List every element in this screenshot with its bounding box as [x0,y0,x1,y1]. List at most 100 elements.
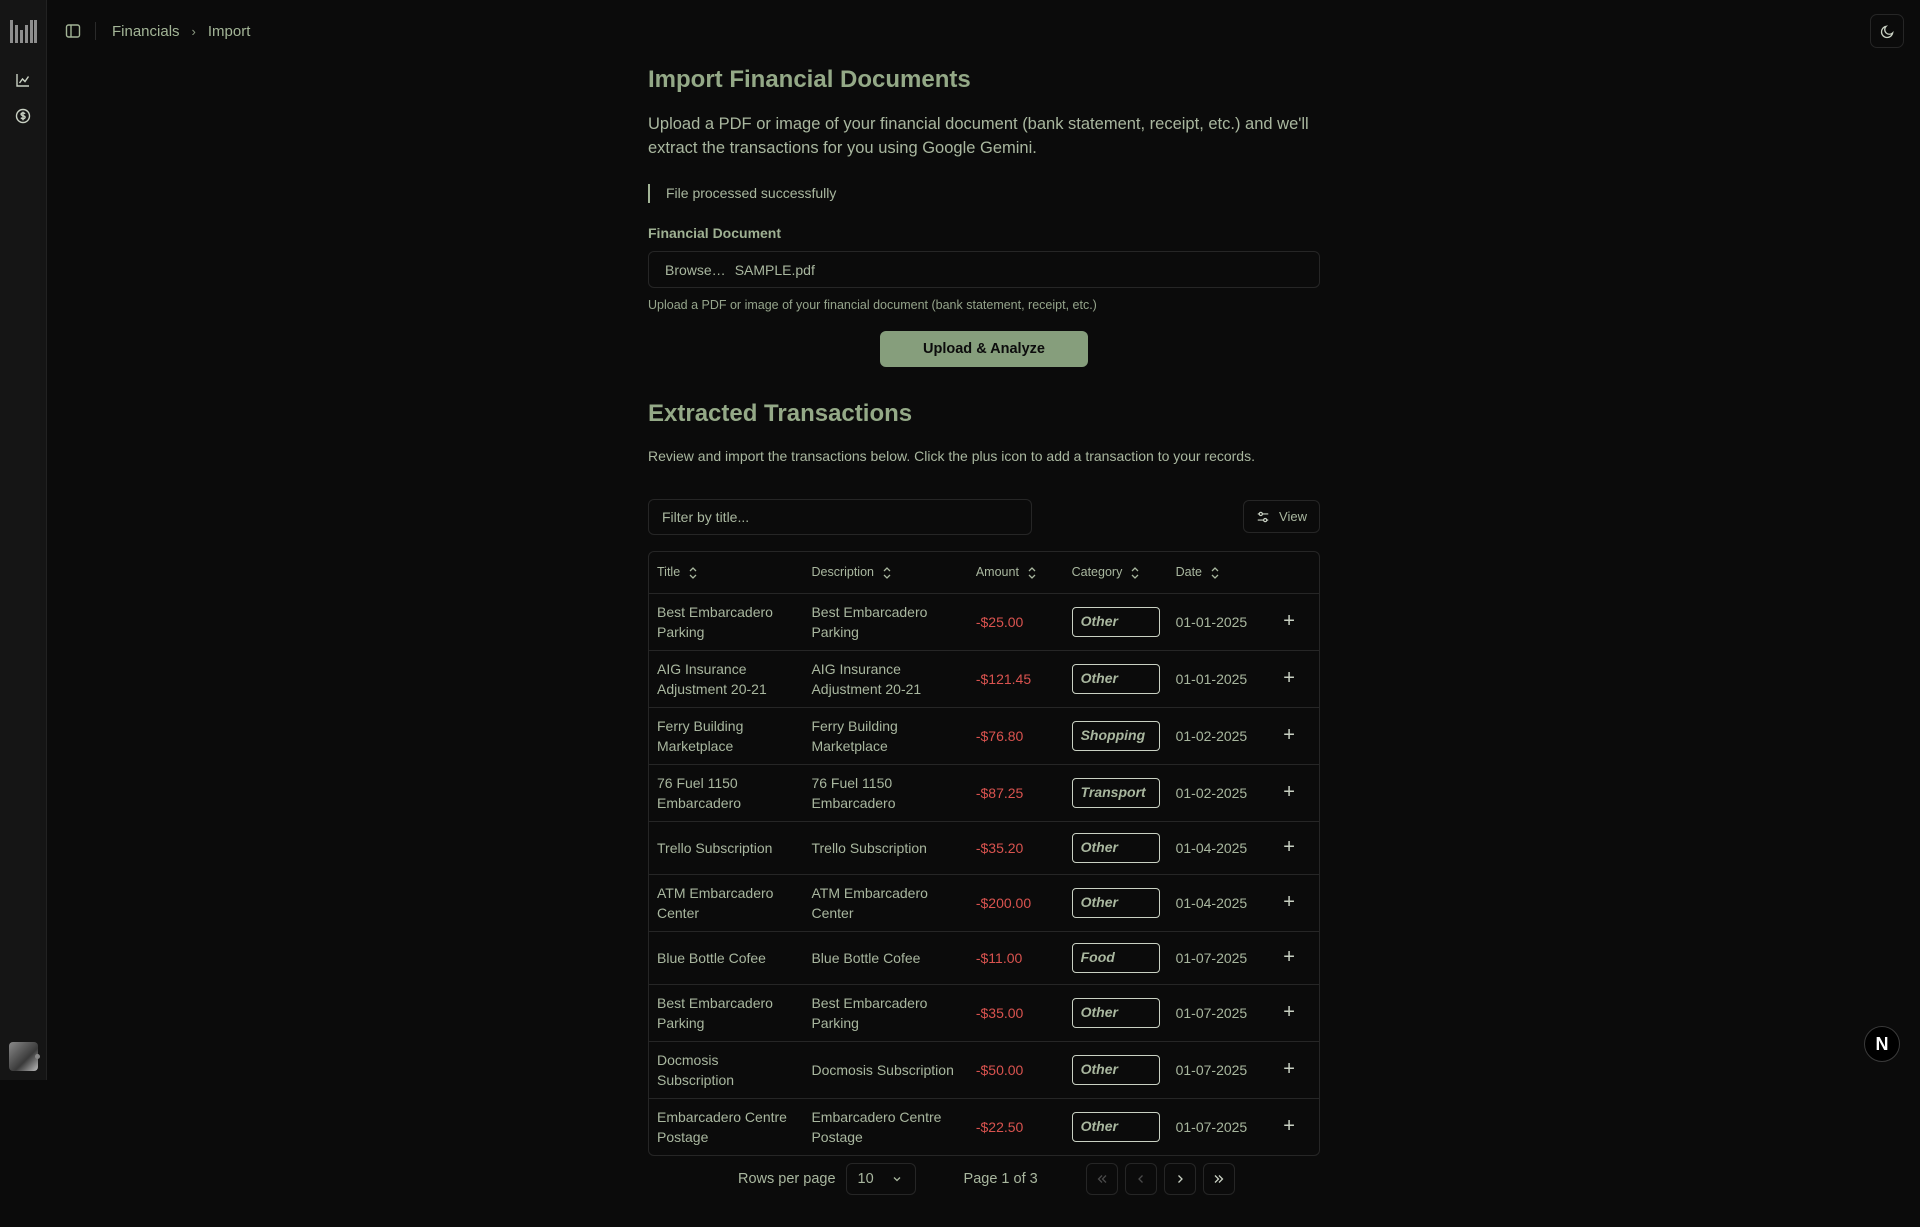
view-label: View [1279,509,1307,524]
add-transaction-icon[interactable]: + [1277,611,1301,631]
cell-amount: -$50.00 [975,1061,1024,1078]
add-transaction-icon[interactable]: + [1277,782,1301,802]
add-transaction-icon[interactable]: + [1277,947,1301,967]
column-header-description[interactable]: Description [803,552,968,594]
table-row: Trello Subscription Trello Subscription … [649,821,1319,874]
success-alert: File processed successfully [648,184,836,203]
cell-date: 01-04-2025 [1175,839,1248,856]
last-page-button[interactable] [1202,1163,1235,1195]
cell-title: AIG Insurance Adjustment 20-21 [657,660,767,697]
app-logo[interactable] [10,19,37,43]
cell-date: 01-01-2025 [1175,613,1248,630]
moon-icon [1880,24,1894,38]
next-page-button[interactable] [1163,1163,1196,1195]
cell-title: Blue Bottle Cofee [657,949,766,966]
category-select[interactable]: Other [1071,887,1160,918]
column-header-date[interactable]: Date [1167,552,1270,594]
category-select[interactable]: Other [1071,997,1160,1028]
add-transaction-icon[interactable]: + [1277,837,1301,857]
cell-amount: -$87.25 [975,784,1024,801]
chevron-left-icon [1137,1175,1143,1183]
cell-date: 01-02-2025 [1175,784,1248,801]
cell-date: 01-07-2025 [1175,949,1248,966]
column-header-category[interactable]: Category [1063,552,1168,594]
cell-description: Embarcadero Centre Postage [811,1108,942,1145]
first-page-button[interactable] [1085,1163,1118,1195]
cell-amount: -$121.45 [975,670,1032,687]
cell-title: Best Embarcadero Parking [657,994,773,1031]
cell-description: Docmosis Subscription [811,1061,954,1078]
cell-amount: -$200.00 [975,894,1032,911]
add-transaction-icon[interactable]: + [1277,725,1301,745]
next-devtools-badge[interactable]: N [1864,1026,1900,1062]
dollar-circle-icon[interactable] [15,108,31,124]
table-row: Ferry Building Marketplace Ferry Buildin… [649,707,1319,764]
cell-description: Blue Bottle Cofee [811,949,921,966]
sort-icon [1131,566,1139,579]
cell-title: 76 Fuel 1150 Embarcadero [657,774,742,811]
cell-description: 76 Fuel 1150 Embarcadero [811,774,896,811]
sidebar-toggle-icon[interactable] [65,23,81,39]
theme-toggle-button[interactable] [1870,14,1904,48]
chevron-down-icon [893,1177,901,1182]
chart-icon[interactable] [15,72,31,88]
add-transaction-icon[interactable]: + [1277,1116,1301,1136]
sliders-icon [1257,511,1269,522]
table-row: 76 Fuel 1150 Embarcadero 76 Fuel 1150 Em… [649,764,1319,821]
file-input[interactable]: Browse… SAMPLE.pdf [648,251,1320,288]
chevron-right-icon: › [191,24,196,39]
table-row: ATM Embarcadero Center ATM Embarcadero C… [649,874,1319,931]
status-dot [35,1054,40,1059]
cell-description: Best Embarcadero Parking [811,603,928,640]
add-transaction-icon[interactable]: + [1277,668,1301,688]
cell-amount: -$11.00 [975,949,1023,966]
breadcrumb: Financials › Import [112,23,250,40]
table-row: Blue Bottle Cofee Blue Bottle Cofee -$11… [649,931,1319,984]
cell-title: Trello Subscription [657,839,773,856]
view-options-button[interactable]: View [1243,500,1320,533]
chevrons-right-icon [1214,1175,1224,1183]
category-select[interactable]: Food [1071,942,1160,973]
cell-amount: -$25.00 [975,613,1024,630]
table-row: Docmosis Subscription Docmosis Subscript… [649,1041,1319,1098]
user-avatar[interactable] [9,1042,38,1071]
rows-per-page-value: 10 [857,1171,874,1187]
category-select[interactable]: Shopping [1071,720,1160,751]
filter-input[interactable] [648,499,1032,535]
selected-file-name: SAMPLE.pdf [734,261,815,278]
add-transaction-icon[interactable]: + [1277,1059,1301,1079]
column-header-amount[interactable]: Amount [967,552,1064,594]
divider [95,22,96,40]
category-select[interactable]: Other [1071,1054,1160,1085]
previous-page-button[interactable] [1124,1163,1157,1195]
transactions-title: Extracted Transactions [648,400,913,427]
column-header-title[interactable]: Title [649,552,804,594]
page-info: Page 1 of 3 [963,1171,1038,1187]
browse-button[interactable]: Browse… [665,262,726,278]
category-select[interactable]: Other [1071,663,1160,694]
transactions-description: Review and import the transactions below… [648,448,1255,464]
cell-description: AIG Insurance Adjustment 20-21 [811,660,922,697]
cell-title: Ferry Building Marketplace [657,717,744,754]
rows-per-page-select[interactable]: 10 [845,1163,916,1195]
upload-analyze-button[interactable]: Upload & Analyze [880,331,1088,367]
rows-per-page-label: Rows per page [738,1171,836,1187]
cell-title: ATM Embarcadero Center [657,884,774,921]
pagination: Rows per page 10 Page 1 of 3 [738,1162,1235,1196]
category-select[interactable]: Other [1071,606,1160,637]
table-row: Embarcadero Centre Postage Embarcadero C… [649,1098,1319,1155]
category-select[interactable]: Transport [1071,777,1160,808]
cell-title: Docmosis Subscription [657,1051,735,1088]
sort-icon [689,566,697,579]
category-select[interactable]: Other [1071,1111,1160,1142]
cell-date: 01-07-2025 [1175,1061,1248,1078]
add-transaction-icon[interactable]: + [1277,1002,1301,1022]
cell-amount: -$35.00 [975,1004,1024,1021]
cell-date: 01-01-2025 [1175,670,1248,687]
breadcrumb-financials[interactable]: Financials [112,23,180,40]
table-row: AIG Insurance Adjustment 20-21 AIG Insur… [649,650,1319,707]
cell-title: Best Embarcadero Parking [657,603,773,640]
cell-amount: -$35.20 [975,839,1024,856]
category-select[interactable]: Other [1071,832,1160,863]
add-transaction-icon[interactable]: + [1277,892,1301,912]
